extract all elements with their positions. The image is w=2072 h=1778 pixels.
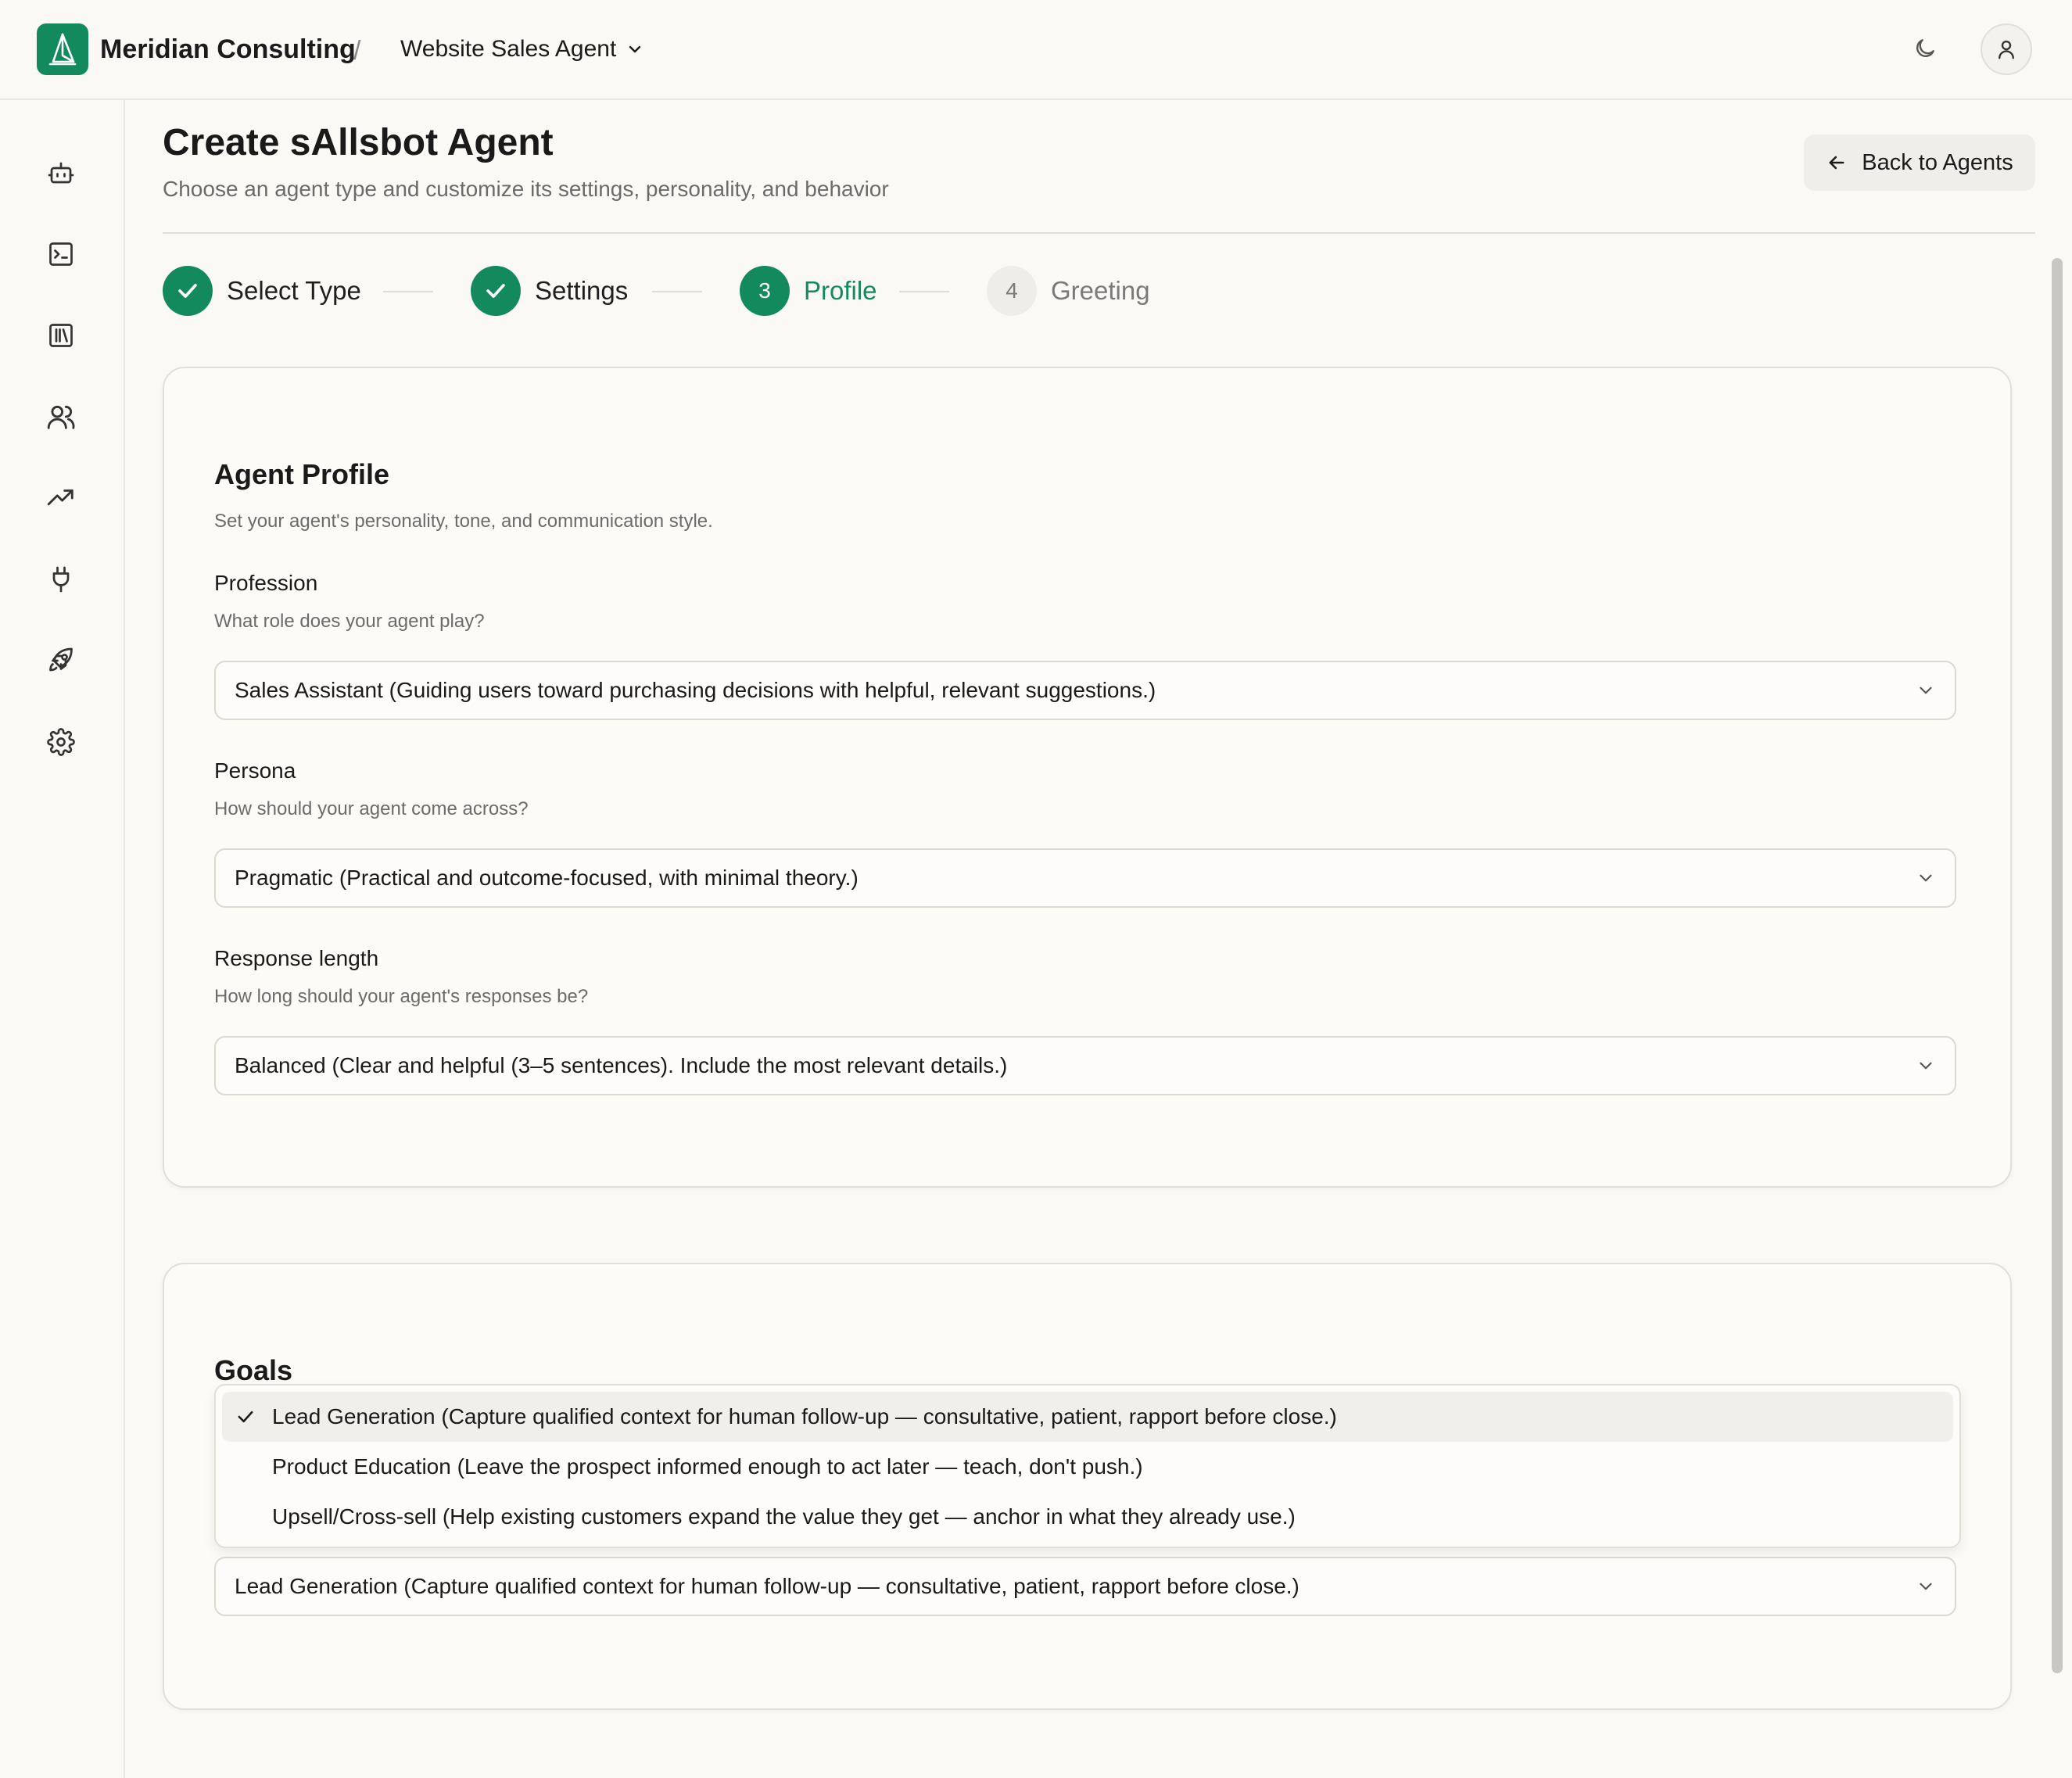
response-length-value: Balanced (Clear and helpful (3–5 sentenc… xyxy=(235,1053,1008,1077)
profession-label: Profession xyxy=(214,571,318,595)
step-number: 3 xyxy=(740,266,790,316)
check-icon xyxy=(471,266,521,316)
response-length-label: Response length xyxy=(214,946,379,970)
check-icon xyxy=(235,1406,256,1428)
chevron-down-icon xyxy=(1916,1576,1936,1597)
check-icon xyxy=(163,266,213,316)
users-icon[interactable] xyxy=(43,399,79,435)
persona-value: Pragmatic (Practical and outcome-focused… xyxy=(235,866,859,890)
step-label: Select Type xyxy=(227,276,361,305)
step-profile[interactable]: 3 Profile xyxy=(740,265,877,317)
logo-icon[interactable] xyxy=(37,23,88,75)
library-icon[interactable] xyxy=(43,317,79,353)
trending-up-icon[interactable] xyxy=(43,480,79,516)
profession-value: Sales Assistant (Guiding users toward pu… xyxy=(235,678,1156,702)
step-connector xyxy=(383,291,433,292)
back-to-agents-button[interactable]: Back to Agents xyxy=(1804,134,2035,191)
goals-option-label: Lead Generation (Capture qualified conte… xyxy=(272,1404,1337,1428)
response-length-help: How long should your agent's responses b… xyxy=(214,986,589,1007)
step-select-type[interactable]: Select Type xyxy=(163,265,361,317)
moon-icon xyxy=(1912,36,1938,61)
goals-select[interactable]: Lead Generation (Capture qualified conte… xyxy=(214,1557,1956,1616)
sidebar xyxy=(0,100,125,1778)
agent-switcher-label: Website Sales Agent xyxy=(400,36,617,62)
step-greeting[interactable]: 4 Greeting xyxy=(987,265,1150,317)
user-icon xyxy=(1995,38,2018,61)
bot-icon[interactable] xyxy=(43,155,79,191)
step-label: Profile xyxy=(804,276,877,305)
user-avatar-button[interactable] xyxy=(1981,23,2032,75)
profession-help: What role does your agent play? xyxy=(214,611,485,632)
rocket-icon[interactable] xyxy=(43,643,79,679)
scrollbar-thumb[interactable] xyxy=(2052,258,2063,1673)
profession-select[interactable]: Sales Assistant (Guiding users toward pu… xyxy=(214,661,1956,720)
goals-value: Lead Generation (Capture qualified conte… xyxy=(235,1574,1299,1598)
agent-profile-description: Set your agent's personality, tone, and … xyxy=(214,511,713,532)
goals-option[interactable]: Lead Generation (Capture qualified conte… xyxy=(222,1392,1953,1442)
goals-option[interactable]: Upsell/Cross-sell (Help existing custome… xyxy=(222,1492,1953,1542)
goals-dropdown: Lead Generation (Capture qualified conte… xyxy=(214,1384,1961,1548)
goals-option[interactable]: Product Education (Leave the prospect in… xyxy=(222,1442,1953,1492)
persona-help: How should your agent come across? xyxy=(214,798,529,819)
persona-label: Persona xyxy=(214,758,296,783)
chevron-down-icon xyxy=(1916,1056,1936,1076)
chevron-down-icon xyxy=(1916,680,1936,701)
page-subtitle: Choose an agent type and customize its s… xyxy=(163,177,889,201)
header-divider xyxy=(163,232,2035,234)
terminal-icon[interactable] xyxy=(43,236,79,272)
top-bar: Meridian Consulting / Website Sales Agen… xyxy=(0,0,2072,100)
step-label: Settings xyxy=(535,276,629,305)
goals-option-label: Product Education (Leave the prospect in… xyxy=(272,1454,1143,1479)
theme-toggle-button[interactable] xyxy=(1908,31,1942,66)
breadcrumb-separator: / xyxy=(353,36,361,66)
step-settings[interactable]: Settings xyxy=(471,265,628,317)
chevron-down-icon xyxy=(626,40,644,59)
persona-select[interactable]: Pragmatic (Practical and outcome-focused… xyxy=(214,848,1956,908)
agent-profile-title: Agent Profile xyxy=(214,458,390,490)
agent-switcher[interactable]: Website Sales Agent xyxy=(400,30,644,69)
step-connector xyxy=(652,291,702,292)
back-button-label: Back to Agents xyxy=(1862,149,2013,175)
step-number: 4 xyxy=(987,266,1037,316)
chevron-down-icon xyxy=(1916,868,1936,888)
response-length-select[interactable]: Balanced (Clear and helpful (3–5 sentenc… xyxy=(214,1036,1956,1095)
arrow-left-icon xyxy=(1826,152,1848,174)
goals-option-label: Upsell/Cross-sell (Help existing custome… xyxy=(272,1504,1296,1529)
org-name[interactable]: Meridian Consulting xyxy=(100,30,356,69)
plug-icon[interactable] xyxy=(43,561,79,597)
settings-icon[interactable] xyxy=(43,724,79,760)
step-label: Greeting xyxy=(1051,276,1150,305)
page-title: Create sAllsbot Agent xyxy=(163,122,554,163)
step-connector xyxy=(899,291,949,292)
